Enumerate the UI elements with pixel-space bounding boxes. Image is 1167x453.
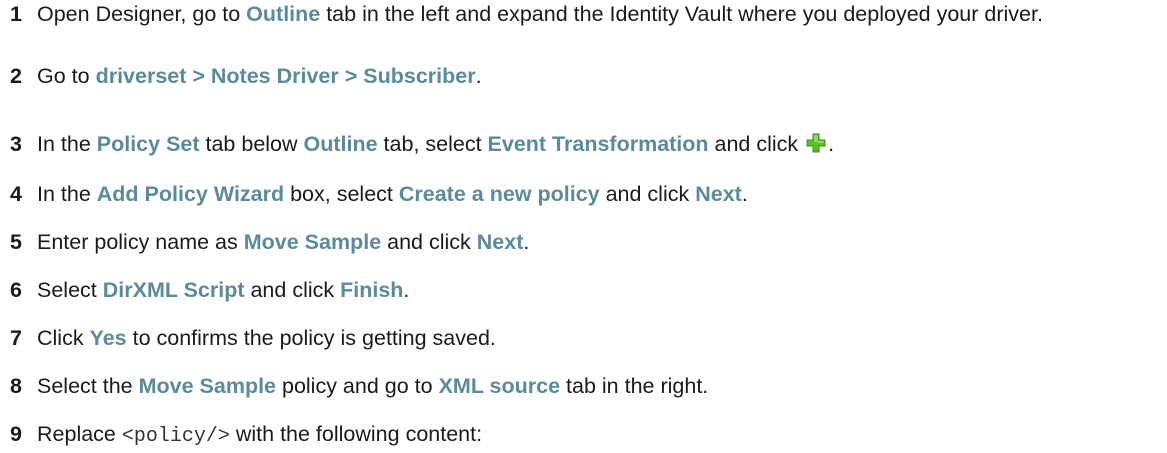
step-text-run: . [741, 182, 748, 206]
ui-term: Move Sample [243, 230, 382, 254]
step-number: 3 [10, 132, 22, 156]
code-snippet: <policy/> [121, 425, 230, 448]
step-number: 6 [10, 278, 22, 302]
step-text-run: Enter policy name as [37, 230, 244, 254]
step-text-run: Open Designer, go to [37, 2, 247, 26]
ui-term: Create a new policy [398, 182, 600, 206]
step-item: 8 Select the Move Sample policy and go to… [10, 370, 1160, 402]
step-text: In the Add Policy Wizard box, select Cre… [37, 178, 1160, 210]
step-text-run: and click [599, 182, 696, 206]
step-text-run: . [828, 132, 835, 156]
ui-term: Outline [246, 2, 321, 26]
step-text: Select the Move Sample policy and go to … [37, 370, 1160, 402]
step-item: 9 Replace <policy/> with the following co… [10, 418, 1160, 453]
step-text-run: . [523, 230, 530, 254]
step-item: 4 In the Add Policy Wizard box, select Cr… [10, 178, 1160, 210]
step-number: 9 [10, 422, 22, 446]
step-text: Click Yes to confirms the policy is gett… [37, 322, 1160, 354]
step-text-run: Select the [37, 374, 139, 398]
step-text-run: and click [708, 132, 805, 156]
step-text-run: to confirms the policy is getting saved. [126, 326, 496, 350]
plus-icon [806, 133, 826, 153]
ui-term: Policy Set [96, 132, 200, 156]
step-text-run: Replace [37, 422, 122, 446]
step-text-run: tab in the right. [560, 374, 709, 398]
step-item: 7 Click Yes to confirms the policy is get… [10, 322, 1160, 354]
ui-term: XML source [438, 374, 561, 398]
step-text-run: Click [37, 326, 90, 350]
step-text-run: tab, select [377, 132, 488, 156]
step-text: Open Designer, go to Outline tab in the … [37, 0, 1160, 30]
step-item: 1 Open Designer, go to Outline tab in the… [10, 0, 1160, 30]
step-text-run: Select [37, 278, 103, 302]
step-text-run: . [475, 64, 482, 88]
ui-term: DirXML Script [102, 278, 245, 302]
step-text-run: and click [244, 278, 341, 302]
step-number: 7 [10, 326, 22, 350]
step-text-run: In the [37, 182, 97, 206]
step-text: Select DirXML Script and click Finish. [37, 274, 1160, 306]
step-text-run: policy and go to [276, 374, 439, 398]
step-number: 1 [10, 2, 22, 26]
step-text: Go to driverset > Notes Driver > Subscri… [37, 60, 1160, 92]
step-item: 3 In the Policy Set tab below Outline tab… [10, 128, 1160, 160]
ui-term: Event Transformation [487, 132, 709, 156]
ui-term: Outline [303, 132, 378, 156]
ui-term: Finish [340, 278, 404, 302]
step-text-run: . [403, 278, 410, 302]
step-text-run: with the following content: [229, 422, 483, 446]
step-text-run: In the [37, 132, 97, 156]
step-text: Enter policy name as Move Sample and cli… [37, 226, 1160, 258]
step-text-run: Go to [37, 64, 96, 88]
ui-term: driverset > Notes Driver > Subscriber [95, 64, 476, 88]
ui-term: Move Sample [138, 374, 277, 398]
step-item: 2 Go to driverset > Notes Driver > Subscr… [10, 60, 1160, 92]
step-item: 5 Enter policy name as Move Sample and cl… [10, 226, 1160, 258]
ui-term: Yes [89, 326, 127, 350]
step-number: 8 [10, 374, 22, 398]
step-text-run: and click [381, 230, 477, 254]
ui-term: Next [476, 230, 524, 254]
step-text-run: tab in the left and expand the Identity … [320, 2, 1043, 26]
step-text: In the Policy Set tab below Outline tab,… [37, 128, 1160, 160]
step-number: 4 [10, 182, 22, 206]
step-number: 5 [10, 230, 22, 254]
step-text: Replace <policy/> with the following con… [37, 418, 1160, 453]
step-text-run: tab below [199, 132, 304, 156]
ui-term: Add Policy Wizard [96, 182, 285, 206]
step-item: 6 Select DirXML Script and click Finish. [10, 274, 1160, 306]
ui-term: Next [695, 182, 742, 206]
step-text-run: box, select [284, 182, 399, 206]
step-number: 2 [10, 64, 22, 88]
